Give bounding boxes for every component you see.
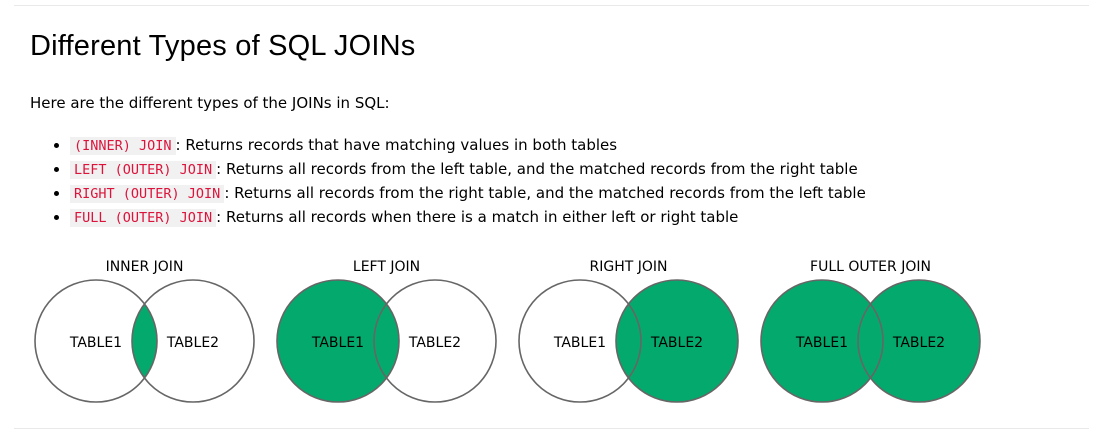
bottom-divider (14, 428, 1089, 429)
list-item: FULL (OUTER) JOIN: Returns all records w… (70, 205, 866, 229)
venn-full-outer-join: FULL OUTER JOIN TABLE1 TABLE2 (760, 259, 981, 403)
table2-label: TABLE2 (166, 335, 219, 351)
table1-label: TABLE1 (69, 335, 122, 351)
diagram-title: INNER JOIN (106, 259, 184, 275)
page-title: Different Types of SQL JOINs (30, 30, 416, 62)
diagram-title: LEFT JOIN (353, 259, 420, 275)
join-venn-diagrams: INNER JOIN TABLE1 TABLE2 LEFT JOIN TABLE1 TAB… (34, 259, 981, 403)
code-snippet: RIGHT (OUTER) JOIN (70, 185, 225, 203)
list-item: (INNER) JOIN: Returns records that have … (70, 133, 866, 157)
top-divider (14, 5, 1089, 6)
code-snippet: LEFT (OUTER) JOIN (70, 161, 217, 179)
code-snippet: (INNER) JOIN (70, 137, 176, 155)
table1-label: TABLE1 (553, 335, 606, 351)
item-description: : Returns records that have matching val… (175, 136, 618, 154)
code-snippet: FULL (OUTER) JOIN (70, 209, 217, 227)
join-types-list: (INNER) JOIN: Returns records that have … (30, 133, 866, 229)
table2-label: TABLE2 (408, 335, 461, 351)
table1-label: TABLE1 (795, 335, 848, 351)
diagram-title: FULL OUTER JOIN (810, 259, 931, 275)
table2-label: TABLE2 (650, 335, 703, 351)
list-item: RIGHT (OUTER) JOIN: Returns all records … (70, 181, 866, 205)
item-description: : Returns all records from the right tab… (224, 184, 866, 202)
intro-text: Here are the different types of the JOIN… (30, 94, 390, 112)
venn-left-join: LEFT JOIN TABLE1 TABLE2 (276, 259, 497, 403)
venn-right-join: RIGHT JOIN TABLE1 TABLE2 (518, 259, 739, 403)
venn-inner-join: INNER JOIN TABLE1 TABLE2 (34, 259, 255, 403)
list-item: LEFT (OUTER) JOIN: Returns all records f… (70, 157, 866, 181)
table2-label: TABLE2 (892, 335, 945, 351)
diagram-title: RIGHT JOIN (590, 259, 668, 275)
item-description: : Returns all records when there is a ma… (216, 208, 739, 226)
table1-label: TABLE1 (311, 335, 364, 351)
item-description: : Returns all records from the left tabl… (216, 160, 858, 178)
